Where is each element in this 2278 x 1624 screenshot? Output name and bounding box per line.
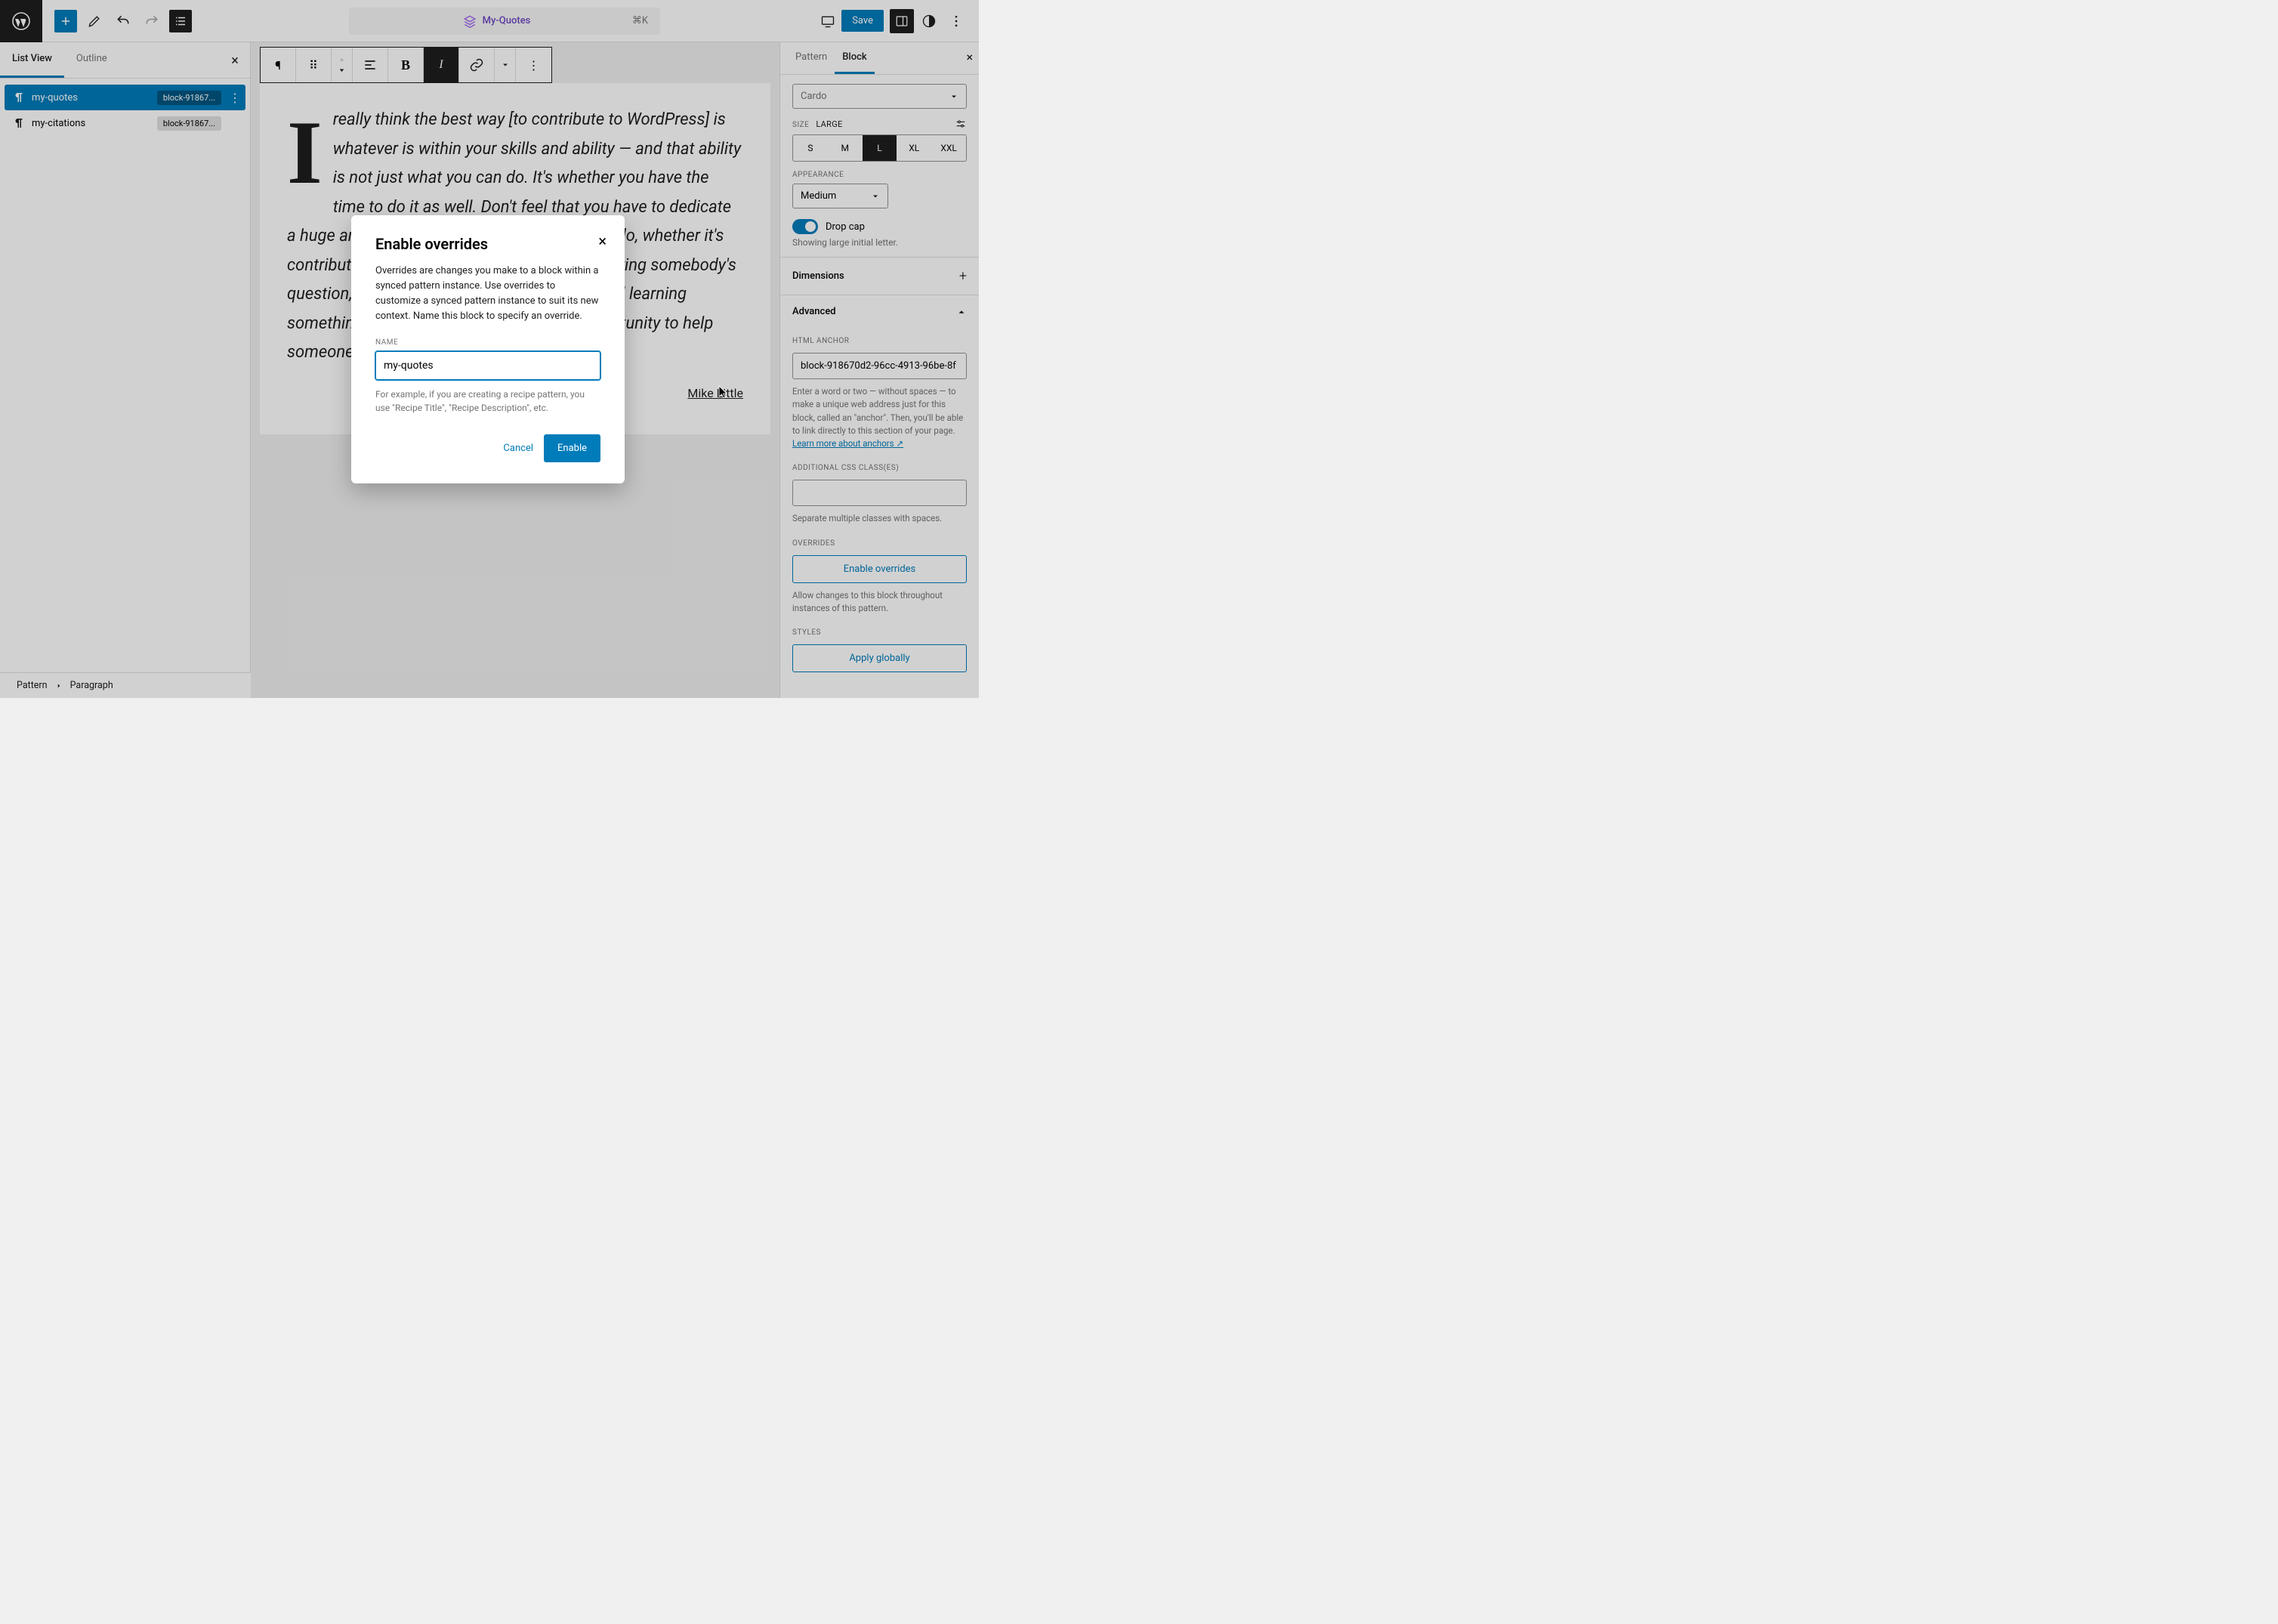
enable-overrides-modal: Enable overrides × Overrides are changes…: [351, 215, 625, 483]
name-label: Name: [375, 338, 600, 347]
modal-description: Overrides are changes you make to a bloc…: [375, 264, 600, 325]
close-icon[interactable]: ×: [598, 232, 607, 250]
modal-hint: For example, if you are creating a recip…: [375, 387, 600, 415]
name-input[interactable]: [375, 351, 600, 380]
cursor-icon: [718, 385, 729, 399]
modal-title: Enable overrides: [375, 235, 600, 253]
cancel-button[interactable]: Cancel: [503, 443, 533, 454]
enable-button[interactable]: Enable: [544, 434, 600, 462]
